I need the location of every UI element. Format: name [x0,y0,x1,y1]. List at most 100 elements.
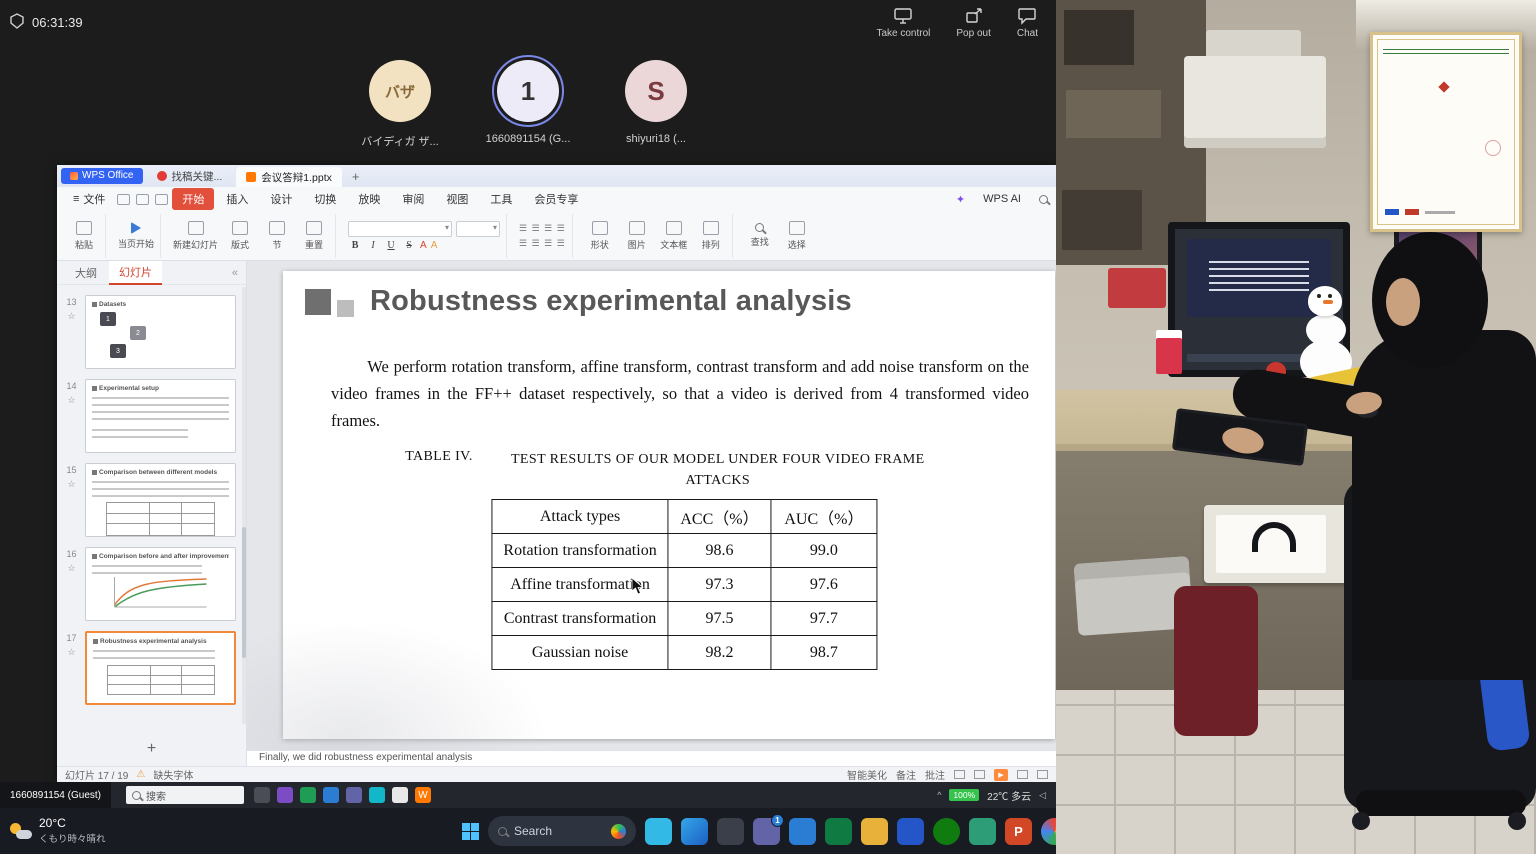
textbox-button[interactable]: 文本框 [659,221,689,251]
volume-icon[interactable]: ◁ [1039,790,1046,801]
teams-icon[interactable] [346,787,362,803]
ribbon-tab-view[interactable]: 视图 [436,188,478,210]
chat-app-icon[interactable] [645,818,672,845]
font-size-select[interactable] [456,221,500,237]
hidden-icons-chevron[interactable]: ^ [937,790,941,800]
pptx-tab-active[interactable]: 会议答辩1.pptx [236,167,342,187]
wps-icon[interactable] [969,818,996,845]
layout-button[interactable]: 版式 [225,221,255,251]
chat-button[interactable]: Chat [1017,7,1038,39]
tab-outline[interactable]: 大纲 [65,262,107,284]
reset-button[interactable]: 重置 [299,221,329,251]
weather-indicator[interactable]: 22℃ 多云 [987,788,1031,803]
slideshow-play-button[interactable]: ▶ [994,769,1008,781]
app-icon-teal[interactable] [369,787,385,803]
ribbon-tab-slideshow[interactable]: 放映 [348,188,390,210]
picture-button[interactable]: 图片 [622,221,652,251]
bold-button[interactable]: B [348,240,362,251]
save-icon[interactable] [117,194,130,205]
slide-thumbnail-17-selected[interactable]: Robustness experimental analysis [85,631,236,705]
align-buttons-row1[interactable]: ☰ ☰ ☰ ☰ [519,223,566,234]
excel-icon[interactable] [825,818,852,845]
beautify-button[interactable]: 智能美化 [847,767,887,782]
wps-office-button[interactable]: WPS Office [61,168,143,184]
slide-thumbnail-16[interactable]: Comparison before and after improvement [85,547,236,621]
new-tab-button[interactable]: + [346,169,366,184]
shapes-button[interactable]: 形状 [585,221,615,251]
wps-taskbar-icon[interactable]: W [415,787,431,803]
align-buttons-row2[interactable]: ☰ ☰ ☰ ☰ [519,238,566,249]
font-name-select[interactable] [348,221,452,237]
collapse-panel-icon[interactable]: « [232,267,246,279]
notes-toggle-button[interactable]: 备注 [896,767,916,782]
wps-ai-button[interactable]: WPS AI [973,190,1031,208]
xbox-icon[interactable] [933,818,960,845]
weather-widget[interactable]: 20°C くもり時々晴れ [0,817,106,844]
play-from-current-button[interactable]: 当页开始 [118,222,154,250]
highlight-button[interactable]: A [431,240,438,251]
edge-icon[interactable] [681,818,708,845]
presenter-search-box[interactable]: 搜索 [126,786,244,804]
section-button[interactable]: 节 [262,221,292,251]
add-slide-button[interactable]: + [57,740,246,758]
slide-thumbnail-15[interactable]: Comparison between different models [85,463,236,537]
arrange-button[interactable]: 排列 [696,221,726,251]
file-menu[interactable]: ≡ 文件 [65,189,113,209]
ribbon-tab-review[interactable]: 审阅 [392,188,434,210]
folder-icon[interactable] [861,818,888,845]
ribbon-tab-design[interactable]: 设计 [260,188,302,210]
select-button[interactable]: 选择 [782,221,812,251]
zoom-out-icon[interactable] [1017,770,1028,779]
participant[interactable]: バザ バイディガ ザ... [350,60,450,149]
file-explorer-icon[interactable] [717,818,744,845]
app-icon-green[interactable] [300,787,316,803]
document-tab[interactable]: 找稿关键... [147,167,233,186]
underline-button[interactable]: U [384,240,398,251]
taskbar-search[interactable]: Search [488,816,636,846]
powerpoint-icon[interactable]: P [1005,818,1032,845]
find-button[interactable]: 查找 [745,223,775,248]
search-icon[interactable] [1039,195,1048,204]
current-slide[interactable]: Robustness experimental analysis We perf… [283,271,1055,739]
font-color-button[interactable]: A [420,240,427,251]
star-icon[interactable]: ☆ [67,563,75,573]
star-icon[interactable]: ☆ [67,479,75,489]
comment-button[interactable]: 批注 [925,767,945,782]
task-view-icon[interactable] [254,787,270,803]
ribbon-tab-transition[interactable]: 切换 [304,188,346,210]
new-slide-button[interactable]: 新建幻灯片 [173,221,218,251]
teams-icon[interactable]: 1 [753,818,780,845]
missing-font-label[interactable]: 缺失字体 [153,767,193,782]
ribbon-tab-home[interactable]: 开始 [172,188,214,210]
zoom-in-icon[interactable] [1037,770,1048,779]
ribbon-tab-tools[interactable]: 工具 [480,188,522,210]
star-icon[interactable]: ☆ [67,311,75,321]
panel-scrollbar[interactable] [242,287,246,724]
app-icon-purple[interactable] [277,787,293,803]
italic-button[interactable]: I [366,240,380,251]
ribbon-tab-insert[interactable]: 插入 [216,188,258,210]
outlook-icon[interactable] [897,818,924,845]
slide-thumbnail-13[interactable]: Datasets 1 2 3 [85,295,236,369]
app-icon-blue[interactable] [323,787,339,803]
undo-icon[interactable] [136,194,149,205]
star-icon[interactable]: ☆ [67,647,75,657]
redo-icon[interactable] [155,194,168,205]
store-icon[interactable] [789,818,816,845]
start-button[interactable] [462,823,479,840]
app-icon-light[interactable] [392,787,408,803]
star-icon[interactable]: ☆ [67,395,75,405]
take-control-button[interactable]: Take control [876,7,930,39]
slide-thumbnail-14[interactable]: Experimental setup [85,379,236,453]
chair-base [1356,790,1526,816]
normal-view-icon[interactable] [954,770,965,779]
tab-slides[interactable]: 幻灯片 [109,261,162,285]
speaker-notes[interactable]: Finally, we did robustness experimental … [247,750,1056,766]
participant[interactable]: S shiyuri18 (... [606,60,706,149]
strikethrough-button[interactable]: S [402,240,416,251]
sorter-view-icon[interactable] [974,770,985,779]
participant-active-speaker[interactable]: 1 1660891154 (G... [478,60,578,149]
ribbon-tab-member[interactable]: 会员专享 [524,188,588,210]
pop-out-button[interactable]: Pop out [956,7,990,39]
paste-button[interactable]: 粘贴 [69,221,99,251]
